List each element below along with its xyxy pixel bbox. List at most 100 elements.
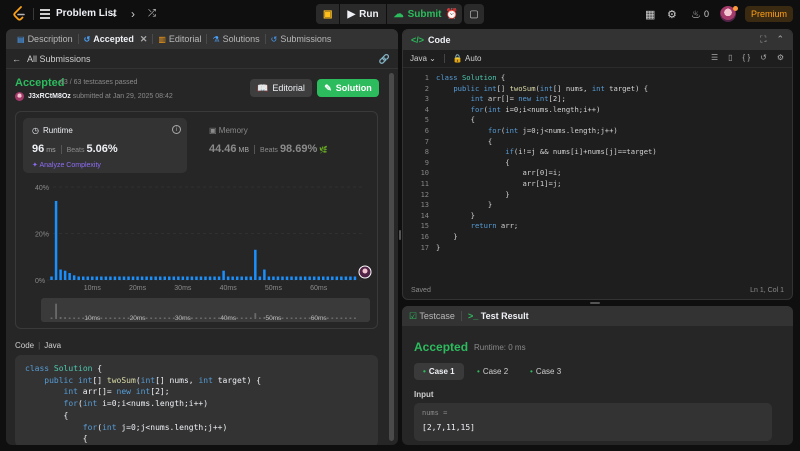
chart-bar[interactable] <box>240 276 243 280</box>
chart-bar[interactable] <box>254 249 257 280</box>
problem-list-link[interactable]: Problem List <box>56 8 117 19</box>
chart-bar[interactable] <box>276 276 280 280</box>
chart-bar[interactable] <box>213 276 216 280</box>
maximize-icon[interactable]: ⛶ <box>760 34 766 45</box>
chart-bar[interactable] <box>68 273 71 280</box>
tab-submissions[interactable]: ↺ Submissions <box>266 29 337 49</box>
chevron-up-icon[interactable]: ⌃ <box>776 34 784 45</box>
submit-button[interactable]: ☁ Submit <box>387 4 449 24</box>
fire-icon[interactable]: ♨ <box>691 8 701 21</box>
chart-bar[interactable] <box>131 276 135 280</box>
chart-bar[interactable] <box>59 269 62 280</box>
chart-bar[interactable] <box>217 276 221 280</box>
info-icon[interactable]: i <box>172 125 181 134</box>
close-tab-icon[interactable]: ✕ <box>140 34 148 45</box>
settings-icon[interactable]: ⚙ <box>777 53 784 62</box>
chart-bar[interactable] <box>267 276 271 280</box>
layout-icon[interactable]: ▦ <box>645 8 655 21</box>
chart-bar[interactable] <box>195 276 198 280</box>
chart-bar[interactable] <box>285 276 289 280</box>
chart-bar[interactable] <box>113 276 117 280</box>
chart-bar[interactable] <box>199 276 203 280</box>
chart-bar[interactable] <box>190 276 194 280</box>
chart-bar[interactable] <box>326 276 330 280</box>
chart-bar[interactable] <box>122 276 126 280</box>
tab-testcase[interactable]: ☑ Testcase <box>409 311 455 322</box>
chart-bar[interactable] <box>86 276 90 280</box>
chart-bar[interactable] <box>63 270 67 280</box>
tab-solutions[interactable]: ⚗ Solutions <box>207 29 264 49</box>
chart-bar[interactable] <box>294 276 298 280</box>
code-editor[interactable]: class Solution { public int[] twoSum(int… <box>436 73 657 253</box>
chart-bar[interactable] <box>317 276 320 280</box>
chart-bar[interactable] <box>245 276 248 280</box>
bookmark-icon[interactable]: ▯ <box>728 53 732 62</box>
editorial-button[interactable]: 📖 Editorial <box>250 79 312 97</box>
scrollbar[interactable] <box>389 73 394 441</box>
tab-editorial[interactable]: ▥ Editorial <box>153 29 206 49</box>
chart-bar[interactable] <box>136 276 139 280</box>
format-icon[interactable]: ☰ <box>711 53 718 62</box>
runtime-card[interactable]: ◷ Runtime i 96 ms Beats 5.06% ✦ Analyze Com… <box>23 118 187 173</box>
chart-bar[interactable] <box>349 276 352 280</box>
case-tab-2[interactable]: • Case 2 <box>468 363 517 380</box>
chart-bar[interactable] <box>321 276 325 280</box>
chart-bar[interactable] <box>163 276 166 280</box>
chart-bar[interactable] <box>72 275 76 280</box>
panel-resize-handle[interactable] <box>399 230 401 240</box>
settings-gear-icon[interactable]: ⚙ <box>667 8 677 21</box>
panel-resize-handle[interactable] <box>590 302 600 304</box>
chart-bar[interactable] <box>109 276 112 280</box>
chart-bar[interactable] <box>100 276 103 280</box>
chart-bar[interactable] <box>91 276 94 280</box>
chart-bar[interactable] <box>290 276 293 280</box>
chart-bar[interactable] <box>340 276 343 280</box>
chart-bar[interactable] <box>308 276 311 280</box>
share-link-icon[interactable]: 🔗 <box>379 54 390 65</box>
braces-icon[interactable]: { } <box>743 53 751 62</box>
chart-bar[interactable] <box>226 276 230 280</box>
back-to-submissions[interactable]: ← All Submissions <box>6 49 398 69</box>
chart-bar[interactable] <box>186 276 189 280</box>
chart-bar[interactable] <box>154 276 157 280</box>
chart-bar[interactable] <box>181 276 185 280</box>
chart-bar[interactable] <box>104 276 108 280</box>
reset-icon[interactable]: ↺ <box>760 53 767 62</box>
chart-bar[interactable] <box>231 276 234 280</box>
chart-bar[interactable] <box>235 276 239 280</box>
chart-bar[interactable] <box>168 276 171 280</box>
runtime-distribution-chart[interactable]: 40% 20% 0% 10ms 20ms 30ms 40ms 50ms 60ms <box>19 179 374 299</box>
auto-label[interactable]: Auto <box>465 54 481 63</box>
case-tab-1[interactable]: • Case 1 <box>414 363 464 380</box>
chart-bar[interactable] <box>140 276 144 280</box>
chart-bar[interactable] <box>95 276 99 280</box>
chart-bar[interactable] <box>208 276 212 280</box>
chart-bar[interactable] <box>77 276 80 280</box>
chart-bar[interactable] <box>331 276 334 280</box>
next-problem-icon[interactable]: › <box>131 7 135 21</box>
run-button[interactable]: ▶ Run <box>340 4 387 24</box>
memory-title[interactable]: ▣ Memory <box>209 126 248 135</box>
chart-bar[interactable] <box>258 276 262 280</box>
chart-bar[interactable] <box>303 276 307 280</box>
chart-bar[interactable] <box>118 276 121 280</box>
chart-bar[interactable] <box>172 276 176 280</box>
language-select[interactable]: Java ⌄ <box>410 54 436 63</box>
solution-button[interactable]: ✎ Solution <box>317 79 379 97</box>
chart-bar[interactable] <box>281 276 284 280</box>
chart-bar[interactable] <box>299 276 302 280</box>
chart-bar[interactable] <box>344 276 348 280</box>
chart-bar[interactable] <box>222 270 225 280</box>
chart-bar[interactable] <box>272 276 275 280</box>
tab-description[interactable]: ▤ Description <box>12 29 78 49</box>
chart-range-slider[interactable]: 10ms 20ms 30ms 40ms 50ms 60ms <box>41 298 370 322</box>
case-tab-3[interactable]: • Case 3 <box>521 363 570 380</box>
tab-test-result[interactable]: >_ Test Result <box>468 311 529 321</box>
leetcode-logo-icon[interactable] <box>12 6 26 22</box>
chart-bar[interactable] <box>335 276 339 280</box>
chart-bar[interactable] <box>263 269 266 280</box>
chart-bar[interactable] <box>312 276 316 280</box>
chart-bar[interactable] <box>54 200 58 280</box>
timer-button[interactable]: ⏰ <box>442 4 462 24</box>
chart-bar[interactable] <box>127 276 130 280</box>
